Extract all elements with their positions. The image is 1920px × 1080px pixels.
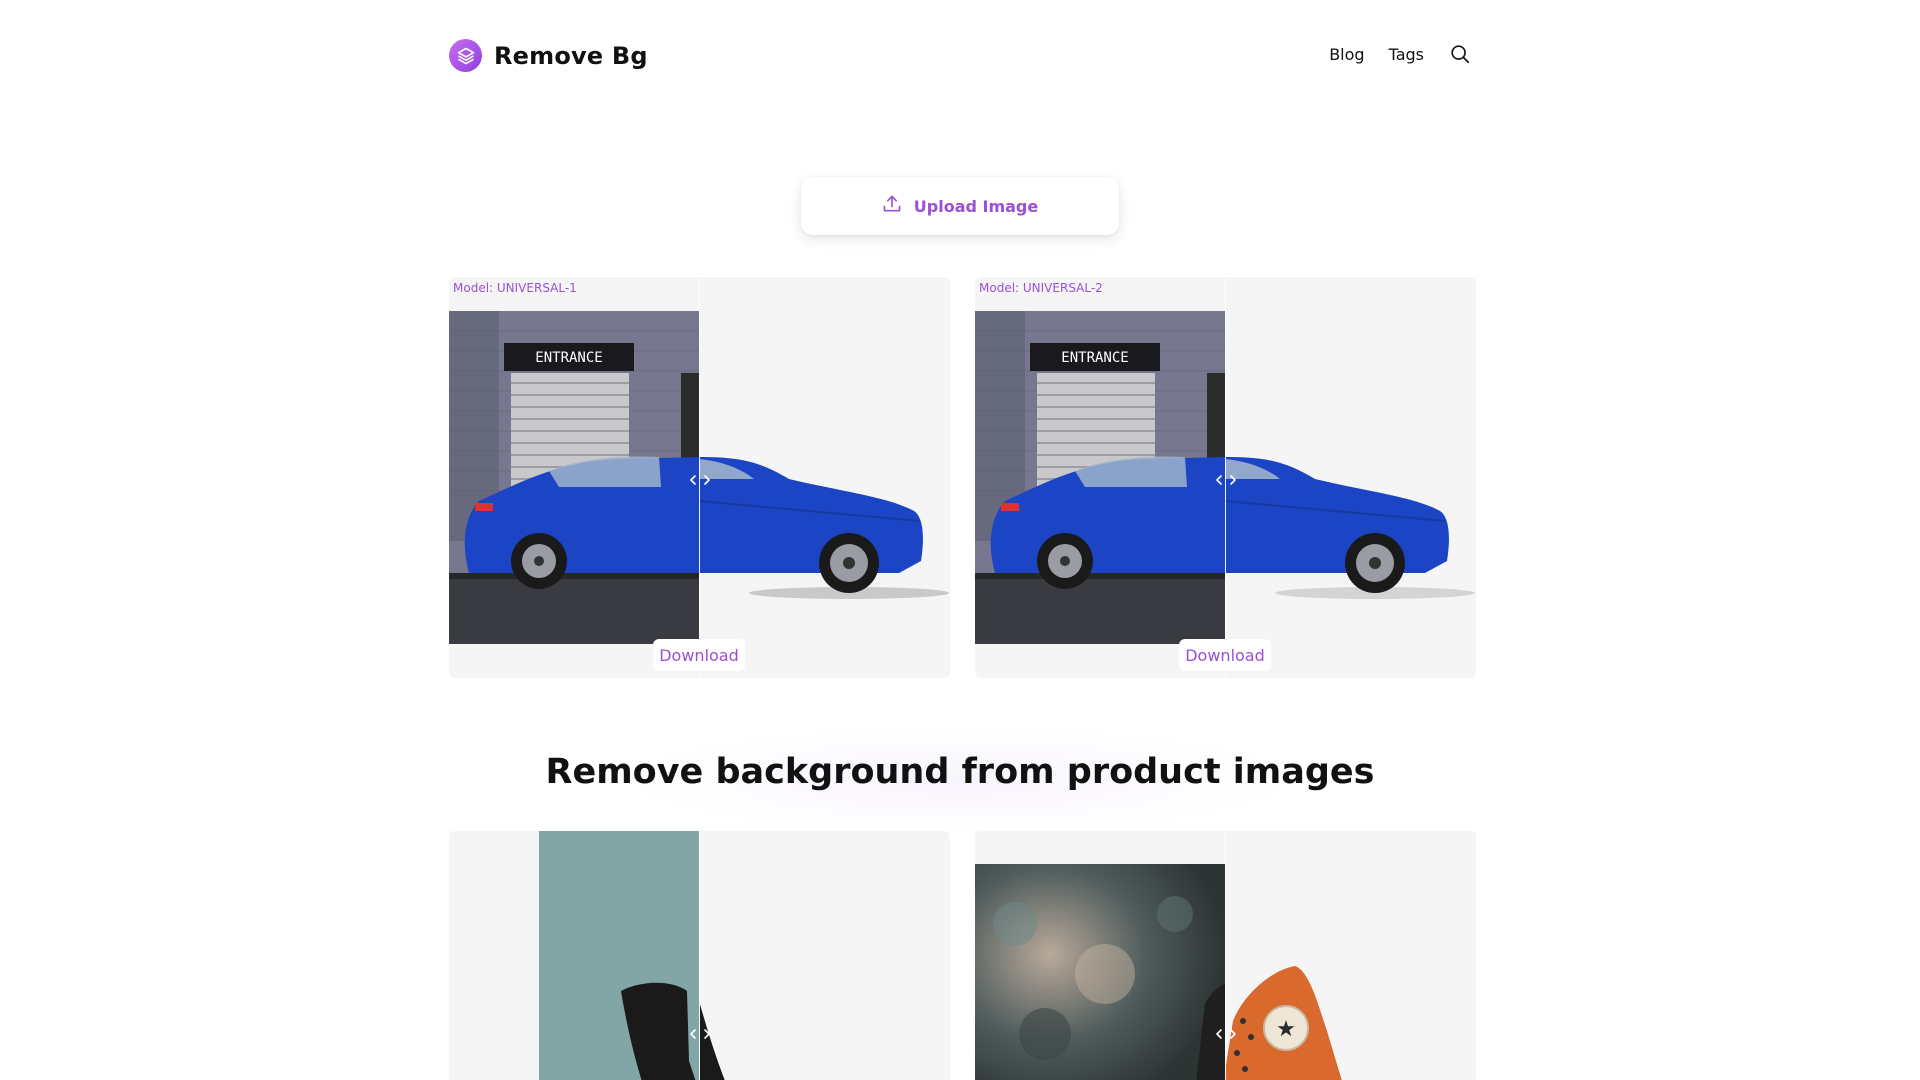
drag-handle-arrows-icon[interactable] [689,1026,711,1042]
brand-name: Remove Bg [494,41,648,70]
background-removed-image [699,831,950,1080]
product-comparison-card-sneaker: ★ [975,831,1476,1080]
section-title: Remove background from product images [545,752,1375,792]
sign-text: ENTRANCE [1061,350,1128,366]
product-comparison-card-chair [449,831,950,1080]
main-nav: Blog Tags [1305,42,1472,66]
upload-label: Upload Image [913,196,1039,216]
nav-blog-link[interactable]: Blog [1329,45,1364,64]
svg-text:★: ★ [1276,1017,1296,1042]
drag-handle-arrows-icon[interactable] [689,472,711,488]
original-image: ENTRANCE [975,311,1225,644]
comparison-card-universal-1: Model: UNIVERSAL-1 ENTRANCE Download [449,277,950,678]
compare-slider-line[interactable] [1225,831,1226,1080]
site-header: Remove Bg Blog Tags [449,36,1472,84]
drag-handle-arrows-icon[interactable] [1215,1026,1237,1042]
model-label: Model: UNIVERSAL-1 [453,281,577,295]
original-image: ENTRANCE [449,311,699,644]
nav-tags-link[interactable]: Tags [1389,45,1424,64]
original-image [975,864,1225,1080]
comparison-card-universal-2: Model: UNIVERSAL-2 ENTRANCE Download [975,277,1476,678]
upload-icon [882,194,902,218]
original-image [449,831,699,1080]
background-removed-image [699,311,950,644]
drag-handle-arrows-icon[interactable] [1215,472,1237,488]
sign-text: ENTRANCE [535,350,602,366]
download-button[interactable]: Download [653,639,745,671]
background-removed-image [1225,311,1476,644]
model-label: Model: UNIVERSAL-2 [979,281,1103,295]
download-button[interactable]: Download [1179,639,1271,671]
upload-image-button[interactable]: Upload Image [801,177,1119,235]
search-icon[interactable] [1448,42,1472,66]
layers-logo-icon [449,39,482,72]
brand-link[interactable]: Remove Bg [449,39,648,72]
compare-slider-line[interactable] [699,831,700,1080]
background-removed-image: ★ [1225,831,1476,1080]
